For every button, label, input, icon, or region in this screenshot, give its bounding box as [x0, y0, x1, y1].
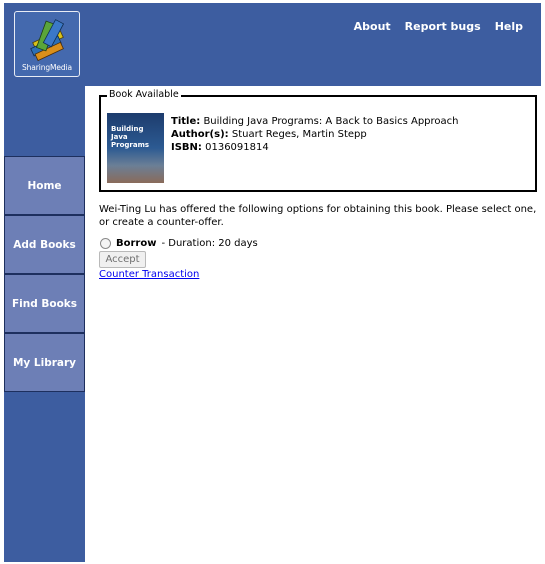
sharingmedia-logo[interactable]: SharingMedia — [14, 11, 80, 77]
option-label: Borrow — [116, 238, 157, 249]
about-link[interactable]: About — [354, 20, 391, 33]
book-available-panel: Book Available Building Java Programs Ti… — [99, 89, 537, 192]
authors-value: Stuart Reges, Martin Stepp — [231, 129, 367, 140]
option-detail: - Duration: 20 days — [161, 238, 258, 249]
logo-text: SharingMedia — [21, 63, 73, 72]
offer-message: Wei-Ting Lu has offered the following op… — [99, 204, 537, 228]
counter-transaction-link[interactable]: Counter Transaction — [99, 269, 199, 280]
book-title-row: Title: Building Java Programs: A Back to… — [171, 115, 459, 128]
cover-title: Building Java Programs — [111, 125, 150, 149]
book-authors-row: Author(s): Stuart Reges, Martin Stepp — [171, 128, 459, 141]
header: SharingMedia About Report bugs Help — [4, 3, 541, 86]
title-value: Building Java Programs: A Back to Basics… — [203, 116, 459, 127]
sidebar-item-add-books[interactable]: Add Books — [4, 215, 85, 274]
help-link[interactable]: Help — [495, 20, 523, 33]
sidebar-item-find-books[interactable]: Find Books — [4, 274, 85, 333]
authors-label: Author(s): — [171, 129, 229, 140]
top-nav: About Report bugs Help — [354, 20, 523, 33]
sidebar: Home Add Books Find Books My Library — [4, 86, 85, 562]
isbn-label: ISBN: — [171, 142, 202, 153]
title-label: Title: — [171, 116, 201, 127]
report-bugs-link[interactable]: Report bugs — [405, 20, 481, 33]
book-info: Title: Building Java Programs: A Back to… — [171, 115, 459, 154]
book-cover-image: Building Java Programs — [107, 113, 164, 183]
borrow-option: Borrow - Duration: 20 days — [100, 238, 258, 249]
sidebar-item-my-library[interactable]: My Library — [4, 333, 85, 392]
panel-legend: Book Available — [107, 89, 181, 100]
books-icon — [30, 19, 65, 62]
sidebar-item-home[interactable]: Home — [4, 156, 85, 215]
borrow-radio[interactable] — [100, 238, 111, 249]
isbn-value: 0136091814 — [205, 142, 269, 153]
accept-button[interactable]: Accept — [99, 251, 146, 268]
book-isbn-row: ISBN: 0136091814 — [171, 141, 459, 154]
